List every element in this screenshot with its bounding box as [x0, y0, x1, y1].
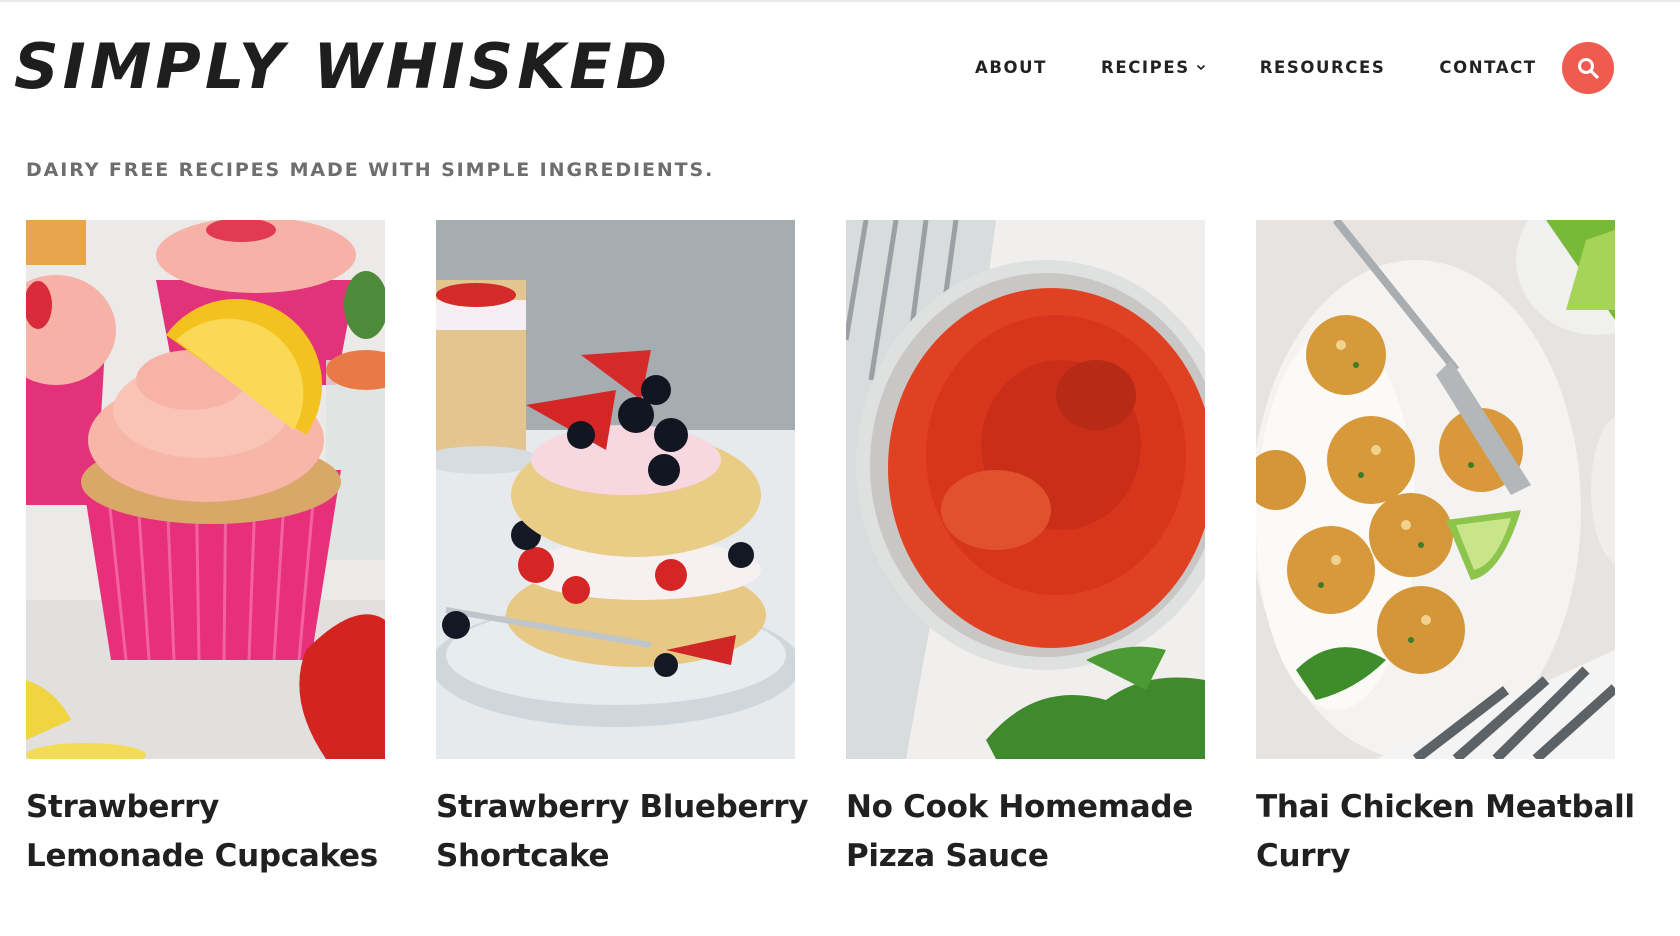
recipe-title[interactable]: Strawberry Blueberry Shortcake: [436, 783, 816, 881]
recipe-image-meatball-curry[interactable]: [1256, 220, 1615, 759]
nav-about[interactable]: ABOUT: [975, 58, 1047, 77]
site-logo[interactable]: SIMPLY WHISKED ®: [14, 20, 667, 120]
nav-recipes[interactable]: RECIPES: [1101, 58, 1206, 77]
nav-contact[interactable]: CONTACT: [1439, 58, 1536, 77]
recipe-image-pizza-sauce[interactable]: [846, 220, 1205, 759]
site-tagline: DAIRY FREE RECIPES MADE WITH SIMPLE INGR…: [26, 159, 715, 181]
nav-recipes-label: RECIPES: [1101, 57, 1190, 77]
recipe-image-cupcakes[interactable]: [26, 220, 385, 759]
pizza-sauce-photo: [846, 220, 1205, 759]
page: SIMPLY WHISKED ® ABOUT RECIPES RESOURCES…: [0, 0, 1680, 936]
logo-registered-mark: ®: [576, 50, 590, 66]
main-nav: ABOUT RECIPES RESOURCES CONTACT: [975, 52, 1591, 82]
recipe-title[interactable]: No Cook Homemade Pizza Sauce: [846, 783, 1226, 881]
nav-resources-label: RESOURCES: [1259, 57, 1386, 77]
nav-about-label: ABOUT: [975, 57, 1048, 77]
recipe-card[interactable]: No Cook Homemade Pizza Sauce: [846, 220, 1205, 881]
recipe-card[interactable]: Strawberry Blueberry Shortcake: [436, 220, 808, 881]
cupcakes-photo: [26, 220, 385, 759]
meatball-curry-photo: [1256, 220, 1615, 759]
nav-resources[interactable]: RESOURCES: [1260, 58, 1386, 77]
recipe-title[interactable]: Strawberry Lemonade Cupcakes: [26, 783, 406, 881]
recipe-card[interactable]: Thai Chicken Meatball Curry: [1256, 220, 1635, 881]
logo-wordmark: SIMPLY WHISKED ®: [14, 30, 667, 103]
nav-contact-label: CONTACT: [1439, 57, 1537, 77]
recipe-image-shortcake[interactable]: [436, 220, 795, 759]
recipe-title[interactable]: Thai Chicken Meatball Curry: [1256, 783, 1636, 881]
shortcake-photo: [436, 220, 795, 759]
recipe-card[interactable]: Strawberry Lemonade Cupcakes: [26, 220, 385, 881]
chevron-down-icon: [1196, 64, 1205, 71]
search-icon: [1578, 58, 1599, 79]
logo-text: SIMPLY WHISKED: [14, 30, 671, 103]
search-button[interactable]: [1562, 42, 1614, 94]
